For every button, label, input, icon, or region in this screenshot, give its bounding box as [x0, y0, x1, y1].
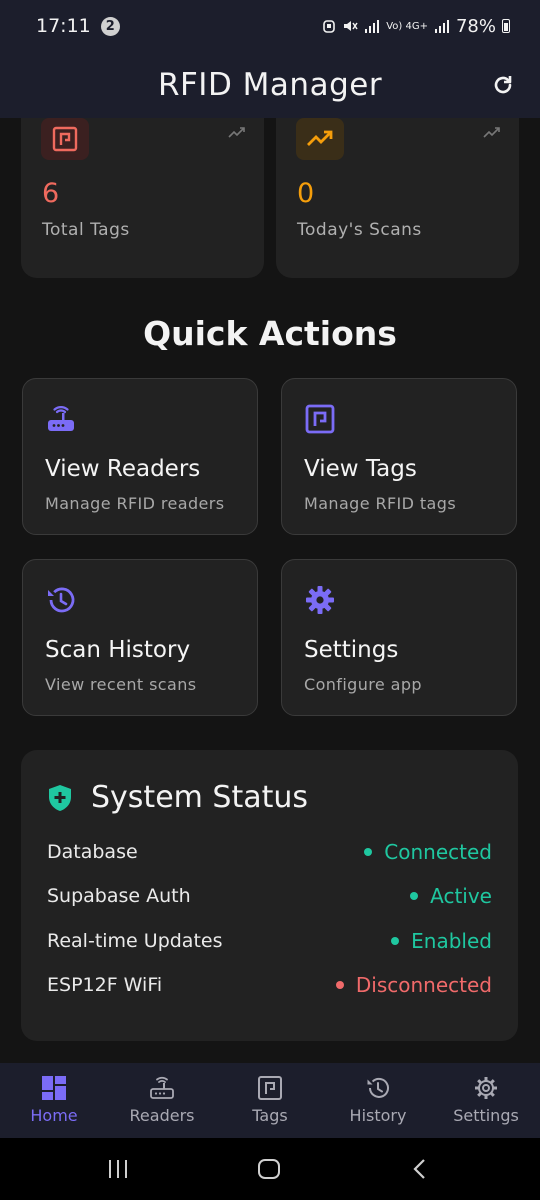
- settings-subtitle: Configure app: [304, 675, 422, 694]
- view-readers-title: View Readers: [45, 456, 201, 482]
- todays-scans-card[interactable]: 0 Today's Scans: [276, 118, 519, 278]
- status-row-supabase-auth: Supabase Auth Active: [47, 884, 492, 908]
- settings-card[interactable]: Settings Configure app: [281, 559, 517, 716]
- history-icon: [367, 1077, 389, 1098]
- system-status-card: System Status Database Connected Supabas…: [21, 750, 518, 1041]
- status-row-esp12f-wifi: ESP12F WiFi Disconnected: [47, 973, 492, 997]
- home-button-icon[interactable]: [257, 1158, 281, 1180]
- mute-icon: [344, 21, 358, 31]
- status-name: Supabase Auth: [47, 885, 191, 907]
- status-time: 17:11: [36, 15, 91, 37]
- status-bar: 17:11 2 Vo) 4G+ 78%: [0, 0, 540, 52]
- dashboard-content[interactable]: 6 Total Tags 0 Today's Scans Quick Actio…: [0, 118, 540, 1063]
- total-tags-label: Total Tags: [42, 220, 130, 240]
- nav-settings[interactable]: Settings: [432, 1063, 540, 1138]
- status-value: Enabled: [411, 929, 492, 953]
- scan-history-card[interactable]: Scan History View recent scans: [22, 559, 258, 716]
- router-icon: [48, 406, 74, 431]
- bottom-navigation: Home Readers Tags History Settings: [0, 1063, 540, 1138]
- nav-history[interactable]: History: [324, 1063, 432, 1138]
- total-tags-value: 6: [42, 178, 60, 209]
- status-dot: [364, 848, 373, 856]
- status-row-realtime-updates: Real-time Updates Enabled: [47, 929, 492, 953]
- nav-tags[interactable]: Tags: [216, 1063, 324, 1138]
- trend-icon: [228, 127, 245, 138]
- history-icon: [48, 587, 75, 613]
- nfc-tag-icon: [41, 118, 89, 160]
- view-tags-subtitle: Manage RFID tags: [304, 494, 457, 513]
- status-value: Active: [430, 884, 492, 908]
- nav-readers-label: Readers: [129, 1106, 195, 1125]
- system-navigation-bar: [0, 1138, 540, 1200]
- back-icon[interactable]: [410, 1158, 430, 1180]
- todays-scans-value: 0: [297, 178, 315, 209]
- trend-icon: [483, 127, 500, 138]
- total-tags-card[interactable]: 6 Total Tags: [21, 118, 264, 278]
- nav-readers[interactable]: Readers: [108, 1063, 216, 1138]
- dashboard-icon: [42, 1076, 66, 1100]
- nav-history-label: History: [349, 1106, 407, 1125]
- todays-scans-label: Today's Scans: [297, 220, 422, 240]
- battery-percent: 78%: [455, 15, 496, 37]
- signal-icon-2: [434, 20, 449, 33]
- battery-icon: [502, 19, 510, 33]
- nav-home[interactable]: Home: [0, 1063, 108, 1138]
- nfc-tag-icon: [305, 404, 335, 434]
- nav-home-label: Home: [30, 1106, 78, 1125]
- nav-tags-label: Tags: [252, 1106, 288, 1125]
- app-bar: RFID Manager: [0, 52, 540, 118]
- view-tags-card[interactable]: View Tags Manage RFID tags: [281, 378, 517, 535]
- status-dot: [391, 937, 400, 945]
- refresh-button[interactable]: [486, 68, 520, 102]
- view-readers-subtitle: Manage RFID readers: [45, 494, 225, 513]
- notification-count-badge: 2: [100, 16, 120, 36]
- status-dot: [410, 892, 419, 900]
- view-readers-card[interactable]: View Readers Manage RFID readers: [22, 378, 258, 535]
- status-name: ESP12F WiFi: [47, 974, 163, 996]
- router-icon: [150, 1076, 174, 1099]
- gear-icon: [306, 586, 334, 614]
- quick-actions-title: Quick Actions: [143, 314, 397, 353]
- recent-apps-icon[interactable]: [106, 1158, 130, 1180]
- status-value: Disconnected: [355, 973, 492, 997]
- scan-history-title: Scan History: [45, 637, 191, 663]
- nav-settings-label: Settings: [453, 1106, 519, 1125]
- status-value: Connected: [384, 840, 492, 864]
- status-row-database: Database Connected: [47, 840, 492, 864]
- app-title: RFID Manager: [157, 67, 383, 103]
- shield-icon: [49, 784, 71, 811]
- settings-title: Settings: [304, 637, 399, 663]
- system-status-title: System Status: [91, 780, 309, 815]
- status-name: Real-time Updates: [47, 930, 223, 952]
- trending-up-icon: [296, 118, 344, 160]
- view-tags-title: View Tags: [304, 456, 417, 482]
- network-type: Vo) 4G+: [386, 20, 428, 32]
- nfc-tag-icon: [258, 1076, 282, 1100]
- signal-icon: [365, 20, 380, 33]
- status-name: Database: [47, 841, 138, 863]
- status-dot: [335, 981, 344, 989]
- gear-icon: [475, 1077, 497, 1099]
- alarm-icon: [323, 20, 336, 33]
- scan-history-subtitle: View recent scans: [45, 675, 197, 694]
- refresh-icon: [494, 76, 512, 94]
